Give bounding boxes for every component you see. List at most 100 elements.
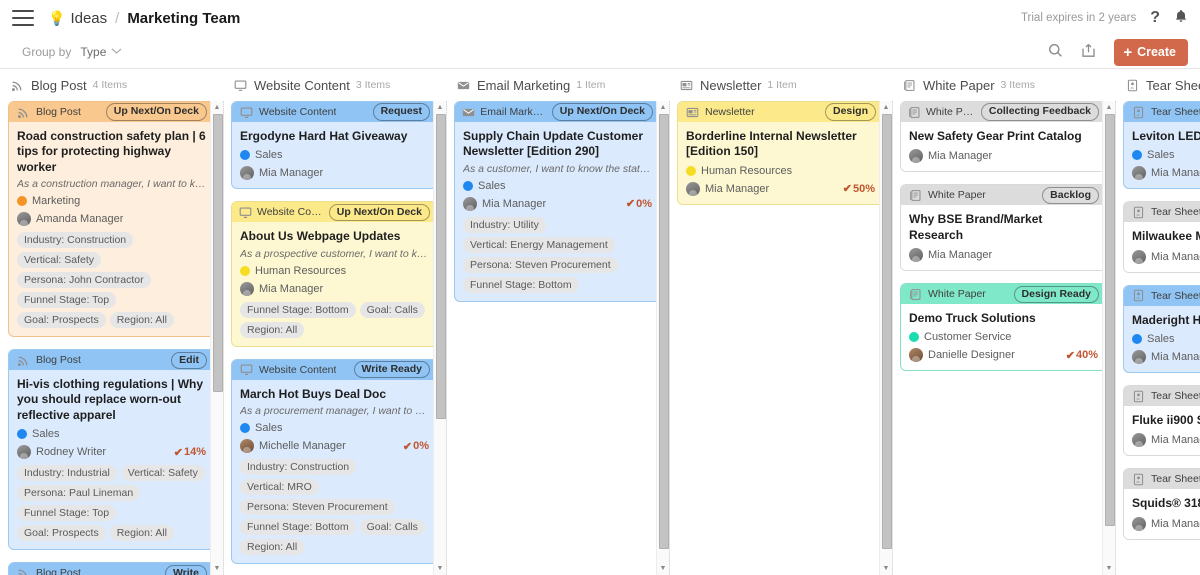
card-tag[interactable]: Vertical: Safety (120, 465, 205, 482)
share-icon[interactable] (1081, 43, 1096, 61)
card-status-badge[interactable]: Write Ready (353, 361, 430, 379)
scroll-up-arrow[interactable]: ▲ (1106, 101, 1113, 114)
column-scrollbar-email-marketing[interactable]: ▲ ▼ (656, 101, 670, 575)
breadcrumb-root[interactable]: Ideas (70, 10, 107, 27)
card-type-label: Website Content (259, 363, 337, 376)
column-scrollbar-white-paper[interactable]: ▲ ▼ (1102, 101, 1116, 575)
scroll-thumb[interactable] (659, 114, 669, 549)
avatar (240, 281, 254, 296)
scroll-up-arrow[interactable]: ▲ (437, 101, 444, 114)
assignee-name: Mia Manage (1151, 517, 1200, 530)
card-status-badge[interactable]: Up Next/On Deck (328, 203, 430, 221)
card-status-badge[interactable]: Design Ready (1013, 285, 1099, 303)
scroll-thumb[interactable] (882, 114, 892, 549)
card-title: Supply Chain Update Customer Newsletter … (463, 129, 644, 159)
kanban-card[interactable]: Tear Sheet Milwaukee M1 Sheet Mia Manage (1123, 201, 1200, 273)
card-tag[interactable]: Industry: Construction (240, 459, 357, 476)
card-tag[interactable]: Funnel Stage: Top (17, 505, 117, 522)
scroll-track[interactable] (1103, 114, 1115, 562)
chevron-down-icon[interactable] (111, 47, 122, 57)
scroll-down-arrow[interactable]: ▼ (437, 562, 444, 575)
card-type-label: White Paper (928, 288, 986, 301)
card-tag[interactable]: Vertical: Safety (17, 252, 102, 269)
card-tag[interactable]: Region: All (240, 539, 305, 556)
card-tag[interactable]: Goal: Prospects (17, 312, 106, 329)
card-tag[interactable]: Region: All (109, 525, 174, 542)
card-status-badge[interactable]: Edit (171, 351, 207, 369)
scroll-up-arrow[interactable]: ▲ (214, 101, 221, 114)
kanban-card[interactable]: White Paper Backlog Why BSE Brand/Market R… (900, 184, 1107, 272)
card-tag[interactable]: Persona: Paul Lineman (17, 485, 141, 502)
book-icon (902, 78, 917, 93)
scroll-down-arrow[interactable]: ▼ (1106, 562, 1113, 575)
scroll-track[interactable] (657, 114, 669, 562)
card-status-badge[interactable]: Collecting Feedback (980, 103, 1099, 121)
card-status-badge[interactable]: Request (372, 103, 430, 121)
kanban-card[interactable]: Tear Sheet Leviton LED TT Sales Mia Manage (1123, 101, 1200, 190)
card-title: Road construction safety plan | 6 tips f… (17, 129, 206, 174)
card-tag[interactable]: Goal: Prospects (17, 525, 106, 542)
column-scrollbar-newsletter[interactable]: ▲ ▼ (879, 101, 893, 575)
kanban-card[interactable]: Tear Sheet Fluke ii900 So Leave Behind Mia… (1123, 385, 1200, 457)
card-tag[interactable]: Vertical: MRO (240, 479, 319, 496)
scroll-down-arrow[interactable]: ▼ (883, 562, 890, 575)
kanban-card[interactable]: Tear Sheet Squids® 3187 Tethering Kit Mia … (1123, 468, 1200, 540)
card-tags: Industry: Utility Vertical: Energy Manage… (463, 216, 652, 293)
group-by-value[interactable]: Type (80, 45, 106, 59)
card-tag[interactable]: Region: All (109, 312, 174, 329)
card-tag[interactable]: Industry: Utility (463, 216, 546, 233)
hamburger-icon[interactable] (12, 10, 34, 26)
kanban-card[interactable]: Email Marketing Up Next/On Deck Supply Cha… (454, 101, 661, 302)
card-status-badge[interactable]: Write (164, 564, 207, 575)
card-title: Ergodyne Hard Hat Giveaway (240, 129, 408, 143)
card-tag[interactable]: Goal: Calls (359, 301, 425, 318)
category-color-dot (240, 265, 250, 276)
kanban-card[interactable]: Blog Post Edit Hi-vis clothing regulations… (8, 349, 215, 551)
column-scrollbar-blog-post[interactable]: ▲ ▼ (210, 101, 224, 575)
card-tag[interactable]: Goal: Calls (359, 519, 425, 536)
card-status-badge[interactable]: Design (824, 103, 876, 121)
card-tags: Industry: Construction Vertical: Safety Pe… (17, 232, 206, 329)
card-status-badge[interactable]: Backlog (1042, 186, 1099, 204)
kanban-card[interactable]: White PaperCollecting FeedbackNew Safety… (900, 101, 1107, 173)
card-tag[interactable]: Persona: Steven Procurement (463, 256, 618, 273)
card-tag[interactable]: Industry: Industrial (17, 465, 117, 482)
card-tag[interactable]: Persona: Steven Procurement (240, 499, 395, 516)
scroll-down-arrow[interactable]: ▼ (660, 562, 667, 575)
kanban-card[interactable]: Blog PostWriteIndustrial MRO Vending Mac… (8, 562, 215, 575)
scroll-up-arrow[interactable]: ▲ (883, 101, 890, 114)
card-tag[interactable]: Funnel Stage: Bottom (240, 301, 356, 318)
kanban-card[interactable]: Blog Post Up Next/On Deck Road constructio… (8, 101, 215, 338)
card-tag[interactable]: Vertical: Energy Management (463, 236, 615, 253)
kanban-card[interactable]: Tear Sheet Maderight Hon Sheet Sales Mia Ma… (1123, 284, 1200, 374)
kanban-card[interactable]: Newsletter Design Borderline Internal News… (677, 101, 884, 205)
kanban-card[interactable]: Website Content Request Ergodyne Hard Hat … (231, 101, 438, 190)
column-scrollbar-website-content[interactable]: ▲ ▼ (433, 101, 447, 575)
card-tag[interactable]: Region: All (240, 321, 305, 338)
scroll-track[interactable] (880, 114, 892, 562)
check-icon: ✔ (842, 183, 852, 196)
create-button[interactable]: + Create (1114, 38, 1188, 66)
kanban-card[interactable]: Website Conte...Up Next/On DeckAbout Us … (231, 201, 438, 347)
scroll-thumb[interactable] (436, 114, 446, 419)
column-divider (223, 101, 224, 575)
kanban-card[interactable]: Website Content Write Ready March Hot Buys… (231, 358, 438, 565)
card-tag[interactable]: Funnel Stage: Bottom (240, 519, 356, 536)
check-icon: ✔ (1065, 349, 1075, 362)
card-tag[interactable]: Funnel Stage: Top (17, 292, 117, 309)
scroll-up-arrow[interactable]: ▲ (660, 101, 667, 114)
card-tag[interactable]: Funnel Stage: Bottom (463, 276, 579, 293)
scroll-thumb[interactable] (1105, 114, 1115, 527)
card-tag[interactable]: Industry: Construction (17, 232, 134, 249)
scroll-track[interactable] (434, 114, 446, 562)
help-icon[interactable]: ? (1150, 9, 1160, 27)
card-tag[interactable]: Persona: John Contractor (17, 272, 151, 289)
scroll-track[interactable] (211, 114, 223, 562)
search-icon[interactable] (1048, 43, 1063, 61)
kanban-card[interactable]: White Paper Design Ready Demo Truck Soluti… (900, 283, 1107, 372)
scroll-thumb[interactable] (213, 114, 223, 392)
bell-icon[interactable] (1174, 9, 1188, 28)
card-status-badge[interactable]: Up Next/On Deck (551, 103, 653, 121)
scroll-down-arrow[interactable]: ▼ (214, 562, 221, 575)
card-status-badge[interactable]: Up Next/On Deck (105, 103, 207, 121)
